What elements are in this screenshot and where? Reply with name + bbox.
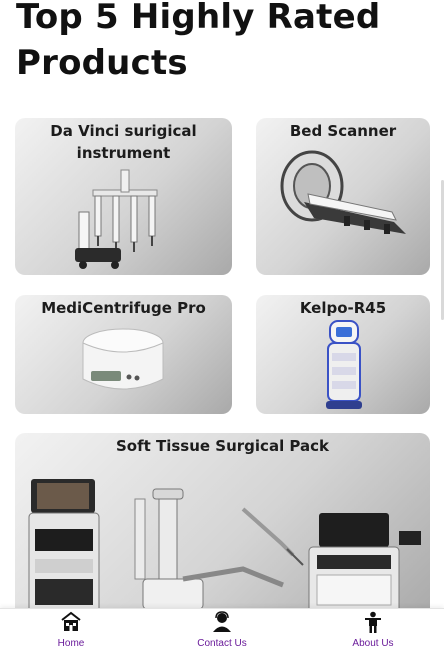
person-icon xyxy=(365,611,381,633)
service-robot-image xyxy=(326,320,362,409)
nav-contact-us[interactable]: Contact Us xyxy=(177,611,267,650)
page-title: Top 5 Highly Rated Products xyxy=(16,0,381,83)
product-name: Kelpo-R45 xyxy=(299,299,387,317)
product-name: Da Vinci surigical instrument xyxy=(50,122,197,162)
product-name: Soft Tissue Surgical Pack xyxy=(115,437,330,455)
bottom-navigation: Home Contact Us About Us xyxy=(0,608,444,650)
centrifuge-image xyxy=(82,328,164,390)
nav-label: Home xyxy=(57,638,85,649)
nav-about-us[interactable]: About Us xyxy=(328,611,418,650)
nav-label: About Us xyxy=(352,638,394,649)
product-name: Bed Scanner xyxy=(289,122,397,140)
nav-home[interactable]: Home xyxy=(26,611,116,650)
surgical-robot-image xyxy=(75,169,158,269)
mri-bed-scanner-image xyxy=(280,150,406,234)
product-card-da-vinci[interactable]: Da Vinci surigical instrument xyxy=(15,118,232,275)
product-card-kelpo[interactable]: Kelpo-R45 xyxy=(256,295,430,414)
product-card-soft-tissue-pack[interactable]: Soft Tissue Surgical Pack xyxy=(15,433,430,623)
contact-icon xyxy=(213,611,231,632)
home-icon xyxy=(61,611,81,631)
nav-label: Contact Us xyxy=(197,638,247,649)
surgical-system-pack-image xyxy=(28,479,421,614)
product-card-medicentrifuge[interactable]: MediCentrifuge Pro xyxy=(15,295,232,414)
product-card-bed-scanner[interactable]: Bed Scanner xyxy=(256,118,430,275)
product-name: MediCentrifuge Pro xyxy=(41,299,206,317)
